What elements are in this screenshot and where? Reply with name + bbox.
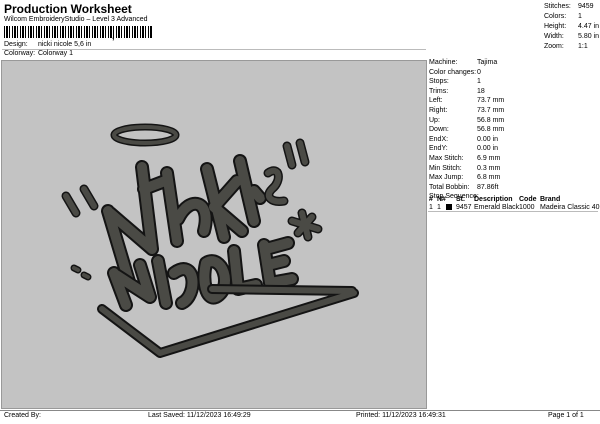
design-stats: Stitches: 9459 Colors: 1 Height: 4.47 in Wi… (544, 2, 599, 52)
stat-label: Height: (544, 23, 567, 30)
stat-colors: Colors: 1 (544, 12, 599, 22)
stat-label: Colors: (544, 13, 567, 20)
col-n: N# (437, 196, 446, 203)
colorway-value: Colorway 1 (37, 50, 73, 57)
info-row: Min Stitch: 0.3 mm (429, 164, 504, 174)
info-label: Left: (429, 97, 443, 105)
stat-value: 5.80 in (578, 33, 600, 40)
stat-height: Height: 4.47 in (544, 22, 599, 32)
colorway-row: Colorway: Colorway 1 (4, 50, 73, 57)
design-preview (1, 60, 427, 409)
worksheet-title: Production Worksheet (4, 2, 132, 16)
row-number: 1 (429, 204, 433, 211)
info-label: Total Bobbin: (429, 183, 470, 191)
col-code: Code (519, 196, 537, 203)
row-stitches: 9457 (456, 204, 472, 211)
design-row: Design: nicki nicole 5,6 in (4, 41, 91, 48)
info-value: 1 (477, 78, 481, 86)
col-stitches: St. (456, 196, 465, 203)
row-brand: Madeira Classic 40 (540, 204, 600, 211)
info-label: Max Jump: (429, 174, 464, 182)
info-value: 73.7 mm (477, 97, 505, 105)
info-label: Min Stitch: (429, 164, 462, 172)
info-row: Machine: Tajima (429, 58, 504, 68)
info-value: 56.8 mm (477, 116, 505, 124)
info-row: Trims: 18 (429, 87, 504, 97)
page-number: Page 1 of 1 (548, 412, 584, 419)
info-value: 6.8 mm (477, 174, 501, 182)
stat-value: 9459 (578, 3, 594, 10)
info-label: Machine: (429, 59, 458, 66)
barcode (4, 26, 152, 38)
info-row: Right: 73.7 mm (429, 106, 504, 116)
info-value: 18 (477, 87, 485, 95)
printed-date: Printed: 11/12/2023 16:49:31 (356, 412, 446, 419)
stop-sequence-header: # N# St. Description Code Brand (429, 196, 560, 203)
stat-zoom: Zoom: 1:1 (544, 42, 599, 52)
stat-value: 1 (578, 13, 582, 20)
info-label: Up: (429, 116, 440, 124)
info-row: EndY: 0.00 in (429, 144, 504, 154)
footer-divider (0, 410, 600, 411)
info-row: Left: 73.7 mm (429, 96, 504, 106)
design-info-panel: Machine: Tajima Color changes:0 Stops: 1 Trim… (429, 58, 504, 202)
info-row: Up: 56.8 mm (429, 116, 504, 126)
stat-label: Width: (544, 33, 564, 40)
created-by: Created By: (4, 412, 41, 419)
info-value: 56.8 mm (477, 126, 505, 134)
info-label: Color changes: (429, 68, 477, 76)
info-row: Down: 56.8 mm (429, 125, 504, 135)
stat-value: 4.47 in (578, 23, 600, 30)
info-value: 0.3 mm (477, 164, 501, 172)
info-label: EndY: (429, 145, 448, 153)
info-value: Tajima (477, 59, 498, 66)
row-n: 1 (437, 204, 441, 211)
info-row: Max Jump: 6.8 mm (429, 173, 504, 183)
stat-label: Zoom: (544, 43, 564, 50)
info-row: Color changes:0 (429, 68, 504, 78)
info-row: Max Stitch: 6.9 mm (429, 154, 504, 164)
info-row: EndX: 0.00 in (429, 135, 504, 145)
last-saved: Last Saved: 11/12/2023 16:49:29 (148, 412, 251, 419)
info-value: 0 (477, 68, 481, 76)
stat-width: Width: 5.80 in (544, 32, 599, 42)
embroidery-design-art (61, 123, 359, 358)
design-value: nicki nicole 5,6 in (37, 41, 92, 48)
stat-stitches: Stitches: 9459 (544, 2, 599, 12)
info-label: Right: (429, 106, 448, 114)
colorway-label: Colorway: (4, 50, 36, 57)
info-value: 87.86ft (477, 183, 499, 191)
info-value: 6.9 mm (477, 154, 501, 162)
table-row: 1 1 9457 Emerald Black1000 Madeira Classic 4… (429, 204, 600, 211)
software-subtitle: Wilcom EmbroideryStudio – Level 3 Advanc… (4, 16, 148, 23)
info-label: Stops: (429, 78, 449, 86)
barcode-mark: , (112, 31, 115, 41)
row-code: 1000 (519, 204, 535, 211)
col-brand: Brand (540, 196, 561, 203)
info-value: 0.00 in (477, 135, 499, 143)
col-number: # (429, 196, 433, 203)
stat-label: Stitches: (544, 3, 571, 10)
info-row: Stops: 1 (429, 77, 504, 87)
info-value: 0.00 in (477, 145, 499, 153)
info-label: Max Stitch: (429, 154, 464, 162)
info-row: Total Bobbin: 87.86ft (429, 183, 504, 193)
divider (428, 211, 598, 212)
stat-value: 1:1 (578, 43, 588, 50)
row-description: Emerald Black (474, 204, 520, 211)
design-label: Design: (4, 41, 28, 48)
info-value: 73.7 mm (477, 106, 505, 114)
col-description: Description (474, 196, 513, 203)
info-label: Trims: (429, 87, 449, 95)
info-label: EndX: (429, 135, 449, 143)
info-label: Down: (429, 126, 449, 134)
